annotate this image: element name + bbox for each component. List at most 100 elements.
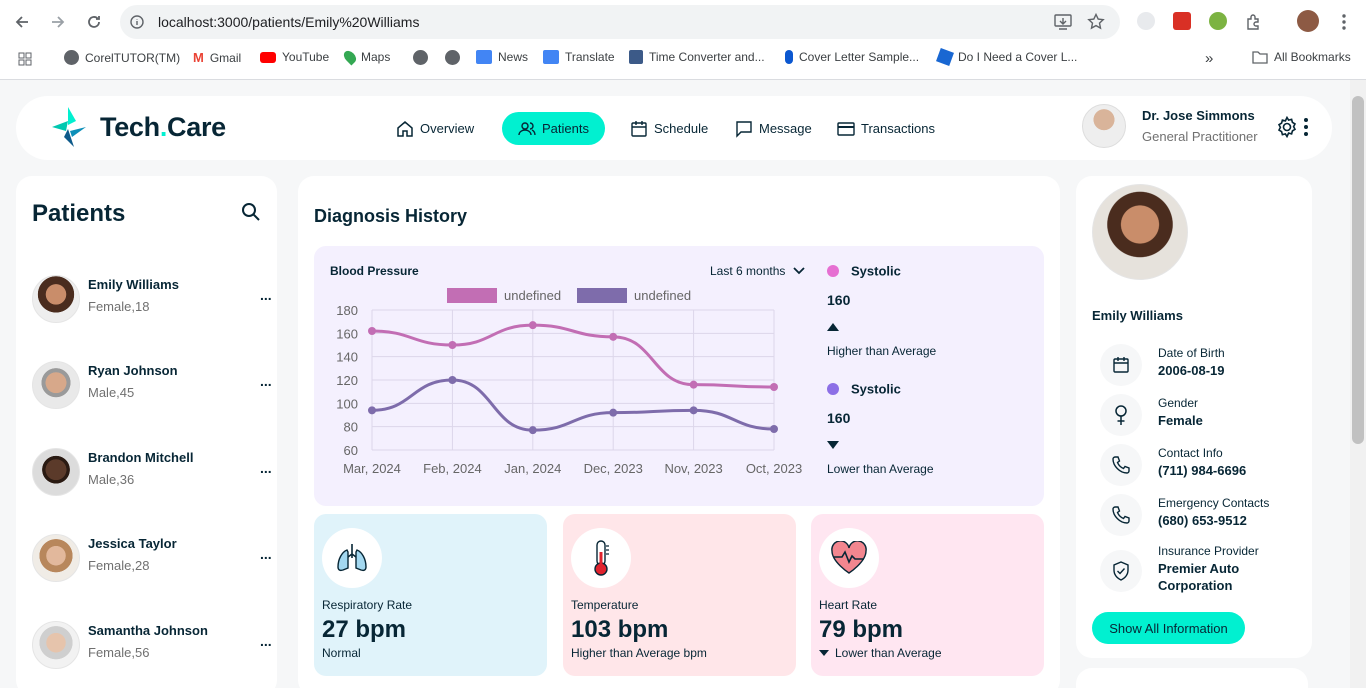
- apps-grid-icon[interactable]: [18, 52, 32, 66]
- logo[interactable]: Tech.Care: [48, 107, 226, 147]
- show-all-information-button[interactable]: Show All Information: [1092, 612, 1245, 644]
- patient-name: Samantha Johnson: [88, 623, 208, 638]
- address-bar[interactable]: localhost:3000/patients/Emily%20Williams: [120, 5, 1120, 39]
- site-info-icon[interactable]: [130, 15, 144, 29]
- bookmark-item[interactable]: [413, 50, 428, 65]
- stat-value: 103 bpm: [571, 616, 669, 643]
- bookmark-item[interactable]: YouTube: [260, 50, 329, 64]
- bookmark-label: Cover Letter Sample...: [799, 50, 920, 64]
- patient-meta: Female,28: [88, 558, 150, 573]
- bookmark-label: Gmail: [209, 50, 242, 65]
- patient-item[interactable]: Emily Williams Female,18 ...: [32, 275, 272, 325]
- globe-icon: [413, 50, 428, 65]
- time-converter-icon: [629, 50, 643, 64]
- profile-photo: [1092, 184, 1188, 280]
- patient-meta: Male,45: [88, 385, 135, 400]
- bookmark-star-icon[interactable]: [1087, 13, 1105, 31]
- browser-menu-icon[interactable]: [1332, 10, 1356, 34]
- gmail-icon: M: [193, 50, 204, 65]
- nav-patients[interactable]: Patients: [502, 112, 605, 145]
- more-horizontal-icon[interactable]: ...: [260, 546, 272, 562]
- bookmark-item[interactable]: News: [476, 50, 528, 64]
- calendar-icon: [631, 120, 647, 137]
- female-icon: [1100, 394, 1142, 436]
- info-value: (711) 984-6696: [1158, 463, 1247, 478]
- chevron-down-icon: [793, 267, 806, 275]
- doctor-profile[interactable]: Dr. Jose Simmons General Practitioner: [1082, 104, 1258, 148]
- reload-icon[interactable]: [82, 10, 106, 34]
- bookmark-label: News: [498, 50, 529, 64]
- stat-note: Lower than Average: [819, 646, 942, 660]
- nav-schedule[interactable]: Schedule: [614, 112, 724, 145]
- bookmark-item[interactable]: Do I Need a Cover L...: [936, 48, 1077, 66]
- logo-text: Tech.Care: [100, 112, 226, 143]
- diastolic-value: 160: [827, 410, 851, 426]
- stat-label: Heart Rate: [819, 598, 878, 612]
- data-point: [368, 327, 376, 335]
- browser-chrome: localhost:3000/patients/Emily%20Williams…: [0, 0, 1366, 80]
- patient-item[interactable]: Brandon Mitchell Male,36 ...: [32, 448, 272, 498]
- news-icon: [476, 50, 492, 64]
- message-icon: [736, 120, 752, 138]
- extension-icon[interactable]: [1209, 12, 1227, 30]
- back-icon[interactable]: [10, 10, 34, 34]
- install-app-icon[interactable]: [1054, 14, 1072, 30]
- patient-item[interactable]: Samantha Johnson Female,56 ...: [32, 621, 272, 671]
- patient-meta: Female,56: [88, 645, 150, 660]
- range-dropdown[interactable]: Last 6 months: [710, 264, 806, 278]
- x-tick-label: Dec, 2023: [584, 461, 643, 476]
- arrow-up-icon: [827, 320, 1027, 334]
- calendar-icon: [1100, 344, 1142, 386]
- gear-icon[interactable]: [1276, 116, 1298, 138]
- cover-letter-icon: [785, 50, 793, 64]
- page-scrollbar[interactable]: [1350, 80, 1366, 688]
- globe-icon: [445, 50, 460, 65]
- forward-icon[interactable]: [46, 10, 70, 34]
- more-vertical-icon[interactable]: [1304, 118, 1308, 136]
- patient-item[interactable]: Ryan Johnson Male,45 ...: [32, 361, 272, 411]
- profile-name: Emily Williams: [1092, 308, 1183, 323]
- y-tick-label: 60: [344, 443, 358, 458]
- more-horizontal-icon[interactable]: ...: [260, 287, 272, 303]
- diastolic-summary: Systolic 160 Lower than Average: [827, 380, 1027, 476]
- document-icon: [936, 48, 954, 66]
- bookmark-item[interactable]: Translate: [543, 50, 615, 64]
- more-horizontal-icon[interactable]: ...: [260, 460, 272, 476]
- search-icon[interactable]: [241, 202, 261, 222]
- scrollbar-thumb[interactable]: [1352, 96, 1364, 444]
- patient-avatar: [32, 275, 80, 323]
- stat-note-text: Lower than Average: [835, 646, 942, 660]
- all-bookmarks[interactable]: All Bookmarks: [1252, 50, 1351, 64]
- lab-results-panel: [1076, 668, 1308, 688]
- bookmark-item[interactable]: Cover Letter Sample...: [785, 50, 919, 64]
- bookmark-item[interactable]: Time Converter and...: [629, 50, 765, 64]
- arrow-down-icon: [819, 650, 829, 656]
- more-horizontal-icon[interactable]: ...: [260, 373, 272, 389]
- more-horizontal-icon[interactable]: ...: [260, 633, 272, 649]
- bookmark-label: CorelTUTOR(TM): [85, 50, 181, 65]
- bookmark-item[interactable]: M Gmail: [193, 50, 241, 65]
- legend-label: undefined: [504, 288, 561, 303]
- translate-icon: [543, 50, 559, 64]
- nav-transactions[interactable]: Transactions: [821, 112, 951, 145]
- extension-icon[interactable]: [1173, 12, 1191, 30]
- profile-avatar[interactable]: [1297, 10, 1319, 32]
- doctor-info: Dr. Jose Simmons General Practitioner: [1142, 108, 1258, 144]
- patient-name: Ryan Johnson: [88, 363, 178, 378]
- stat-note: Normal: [322, 646, 361, 660]
- data-point: [368, 406, 376, 415]
- temperature-card: Temperature 103 bpm Higher than Average …: [563, 514, 796, 676]
- patient-item[interactable]: Jessica Taylor Female,28 ...: [32, 534, 272, 584]
- bookmarks-overflow-icon[interactable]: »: [1205, 50, 1213, 67]
- extension-icon[interactable]: [1137, 12, 1155, 30]
- bookmark-item[interactable]: CorelTUTOR(TM): [64, 50, 180, 65]
- nav-message[interactable]: Message: [719, 112, 828, 145]
- nav-label: Overview: [420, 121, 475, 136]
- extensions-puzzle-icon[interactable]: [1242, 10, 1266, 34]
- bookmark-item[interactable]: Maps: [341, 48, 390, 66]
- nav-overview[interactable]: Overview: [380, 112, 490, 145]
- patient-profile-panel: Emily Williams Date of Birth 2006-08-19 …: [1076, 176, 1312, 658]
- y-tick-label: 160: [336, 326, 358, 341]
- bookmark-item[interactable]: [445, 50, 460, 65]
- info-emergency-contact: Emergency Contacts (680) 653-9512: [1100, 494, 1300, 538]
